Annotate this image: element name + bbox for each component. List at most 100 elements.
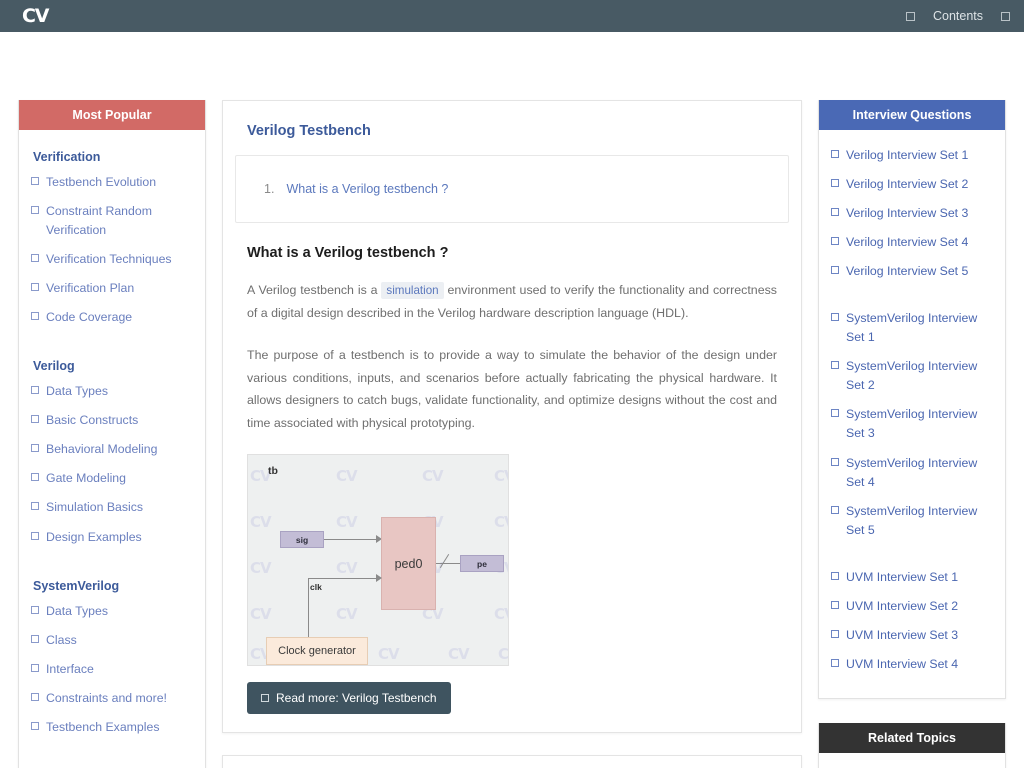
section-heading: What is a Verilog testbench ? (247, 245, 789, 261)
bullet-square-icon (831, 237, 839, 245)
list-item[interactable]: SystemVerilog Interview Set 3 (831, 405, 993, 443)
bullet-square-icon (31, 635, 39, 643)
watermark-cv-icon: CV (250, 513, 271, 531)
page-body: Most Popular Verification Testbench Evol… (0, 32, 1024, 768)
toc-entry[interactable]: 1. What is a Verilog testbench ? (246, 182, 778, 196)
missing-glyph-box-icon[interactable] (906, 12, 915, 21)
list-item[interactable]: Class (31, 631, 193, 650)
bullet-square-icon (31, 312, 39, 320)
list-item[interactable]: UVM Interview Set 4 (831, 655, 993, 674)
watermark-cv-icon: CV (422, 467, 443, 485)
list-item[interactable]: SystemVerilog Interview Set 1 (831, 309, 993, 347)
list-item[interactable]: Testbench Examples (31, 718, 193, 737)
site-logo[interactable]: CV (22, 5, 48, 27)
list-item[interactable]: SystemVerilog Interview Set 2 (831, 357, 993, 395)
bullet-square-icon (31, 693, 39, 701)
bullet-square-icon (31, 283, 39, 291)
watermark-cv-icon: CV (336, 467, 357, 485)
testbench-diagram: CV CV CV CV CV CV CV CV CV CV CV CV CV C… (247, 454, 509, 666)
list-item[interactable]: SystemVerilog Interview Set 4 (831, 454, 993, 492)
bullet-square-icon (31, 473, 39, 481)
list-item[interactable]: UVM Interview Set 2 (831, 597, 993, 616)
arrowhead-icon (376, 574, 382, 582)
missing-glyph-box-icon (261, 694, 269, 702)
bullet-square-icon (31, 664, 39, 672)
wire-clk-vertical (308, 578, 309, 638)
group-spacer (831, 550, 993, 568)
bullet-square-icon (831, 506, 839, 514)
toc-number: 1. (264, 182, 274, 196)
watermark-cv-icon: CV (494, 467, 509, 485)
bullet-square-icon (31, 415, 39, 423)
watermark-cv-icon: CV (250, 559, 271, 577)
most-popular-header: Most Popular (19, 100, 205, 130)
bullet-square-icon (31, 606, 39, 614)
watermark-cv-icon: CV (336, 513, 357, 531)
bullet-square-icon (831, 659, 839, 667)
bullet-square-icon (831, 208, 839, 216)
right-sidebar: Interview Questions Verilog Interview Se… (818, 100, 1006, 768)
group-title-systemverilog: SystemVerilog (33, 579, 193, 593)
list-item[interactable]: Basic Constructs (31, 411, 193, 430)
list-item[interactable]: Verilog Interview Set 3 (831, 204, 993, 223)
bullet-square-icon (31, 444, 39, 452)
watermark-cv-icon: CV (250, 605, 271, 623)
read-more-button[interactable]: Read more: Verilog Testbench (247, 682, 451, 714)
list-item[interactable]: Data Types (31, 382, 193, 401)
bullet-square-icon (831, 150, 839, 158)
list-item[interactable]: Verification Plan (31, 279, 193, 298)
interview-questions-list: Verilog Interview Set 1 Verilog Intervie… (819, 130, 1005, 698)
list-item[interactable]: SystemVerilog Interview Set 5 (831, 502, 993, 540)
bullet-square-icon (31, 254, 39, 262)
bullet-square-icon (831, 266, 839, 274)
watermark-cv-icon: CV (498, 645, 509, 663)
paragraph-text-before: A Verilog testbench is a (247, 283, 378, 297)
bullet-square-icon (831, 179, 839, 187)
toc-link[interactable]: What is a Verilog testbench ? (286, 182, 448, 196)
bullet-square-icon (31, 722, 39, 730)
top-nav-right-group: Contents (906, 9, 1010, 23)
watermark-cv-icon: CV (494, 513, 509, 531)
bullet-square-icon (31, 502, 39, 510)
list-item[interactable]: UVM Interview Set 1 (831, 568, 993, 587)
next-article-card (222, 755, 802, 768)
related-topics-header: Related Topics (819, 723, 1005, 753)
watermark-cv-icon: CV (378, 645, 399, 663)
list-item[interactable]: Constraint Random Verification (31, 202, 193, 240)
list-item[interactable]: Design Examples (31, 528, 193, 547)
panel-spacer (818, 699, 1006, 723)
list-item[interactable]: Verilog Interview Set 1 (831, 146, 993, 165)
list-item[interactable]: Behavioral Modeling (31, 440, 193, 459)
list-item[interactable]: Testbench Evolution (31, 173, 193, 192)
group-spacer (31, 337, 193, 355)
group-title-verification: Verification (33, 150, 193, 164)
list-item[interactable]: UVM Interview Set 3 (831, 626, 993, 645)
related-topics-list: Digital Fundamentals Verilog Tutorial (819, 753, 1005, 768)
diagram-dut-box: ped0 (381, 517, 436, 610)
list-item[interactable]: Verilog Interview Set 5 (831, 262, 993, 281)
interview-questions-panel: Interview Questions Verilog Interview Se… (818, 100, 1006, 699)
list-item[interactable]: Code Coverage (31, 308, 193, 327)
bullet-square-icon (831, 313, 839, 321)
paragraph-purpose: The purpose of a testbench is to provide… (247, 344, 777, 434)
read-more-label: Read more: Verilog Testbench (276, 691, 437, 705)
wire-sig-to-dut (324, 539, 378, 540)
bullet-square-icon (831, 601, 839, 609)
list-item[interactable]: Verilog Interview Set 4 (831, 233, 993, 252)
diagram-pe-box: pe (460, 555, 504, 572)
missing-glyph-box-icon[interactable] (1001, 12, 1010, 21)
page-title: Verilog Testbench (247, 123, 789, 139)
table-of-contents: 1. What is a Verilog testbench ? (235, 155, 789, 223)
watermark-cv-icon: CV (336, 559, 357, 577)
main-content: Verilog Testbench 1. What is a Verilog t… (222, 100, 802, 768)
list-item[interactable]: Verification Techniques (31, 250, 193, 269)
group-spacer (31, 747, 193, 765)
contents-link[interactable]: Contents (933, 9, 983, 23)
list-item[interactable]: Constraints and more! (31, 689, 193, 708)
list-item[interactable]: Verilog Interview Set 2 (831, 175, 993, 194)
list-item[interactable]: Gate Modeling (31, 469, 193, 488)
list-item[interactable]: Data Types (31, 602, 193, 621)
list-item[interactable]: Interface (31, 660, 193, 679)
list-item[interactable]: Simulation Basics (31, 498, 193, 517)
diagram-tb-label: tb (268, 465, 278, 477)
